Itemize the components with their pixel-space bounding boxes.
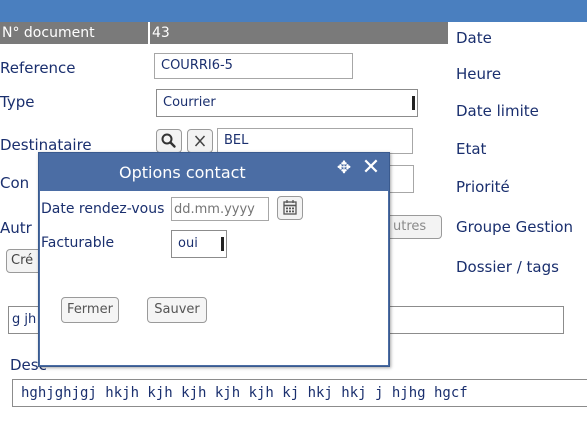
chevron-down-icon	[221, 237, 224, 251]
calendar-button[interactable]	[277, 196, 303, 220]
sauver-button[interactable]: Sauver	[147, 297, 207, 323]
dialog-title: Options contact	[119, 163, 246, 182]
description-textarea[interactable]: hghjghjgj hkjh kjh kjh kjh kjh kj hkj hk…	[12, 379, 587, 407]
subject-input-value: g jh	[12, 312, 37, 327]
autres-button[interactable]: utres	[386, 215, 442, 239]
date-limite-label: Date limite	[456, 102, 539, 120]
top-bar	[0, 0, 587, 22]
dialog-body: Date rendez-vous Facturable o	[40, 191, 388, 365]
options-contact-dialog: Options contact ✥ ✕ Date rendez-vous dd.…	[38, 152, 390, 367]
facturable-select[interactable]: oui	[171, 230, 227, 258]
autres-label-partial: Autr	[0, 219, 32, 237]
etat-label: Etat	[456, 140, 487, 158]
groupe-gestion-label: Groupe Gestion	[456, 218, 574, 236]
date-rendez-vous-label: Date rendez-vous	[41, 201, 165, 217]
type-select-value: Courrier	[163, 95, 216, 110]
document-number-label: N° document	[0, 22, 148, 44]
dossier-tags-label: Dossier / tags	[456, 258, 559, 276]
facturable-label: Facturable	[41, 235, 115, 251]
date-rendez-vous-input[interactable]	[171, 197, 269, 221]
contact-label-partial: Con	[0, 174, 30, 192]
close-icon[interactable]: ✕	[361, 157, 381, 179]
facturable-select-value: oui	[178, 236, 198, 251]
clear-button[interactable]	[187, 129, 213, 153]
chevron-down-icon	[412, 96, 415, 110]
search-button[interactable]	[156, 129, 182, 153]
reference-label: Reference	[0, 59, 76, 77]
type-select[interactable]: Courrier	[156, 89, 418, 117]
priorite-label: Priorité	[456, 178, 510, 196]
destinataire-input[interactable]: BEL	[217, 128, 413, 154]
type-label: Type	[0, 93, 35, 111]
reference-input[interactable]: COURRI6-5	[154, 53, 353, 79]
date-label: Date	[456, 29, 492, 47]
calendar-icon	[283, 200, 297, 215]
move-icon[interactable]: ✥	[335, 159, 353, 177]
search-icon	[161, 133, 176, 148]
document-number-value: 43	[150, 22, 448, 44]
heure-label: Heure	[456, 65, 502, 83]
clear-icon	[194, 135, 206, 147]
page: N° document 43 Reference Type Destinatai…	[0, 0, 587, 423]
fermer-button[interactable]: Fermer	[61, 297, 119, 323]
